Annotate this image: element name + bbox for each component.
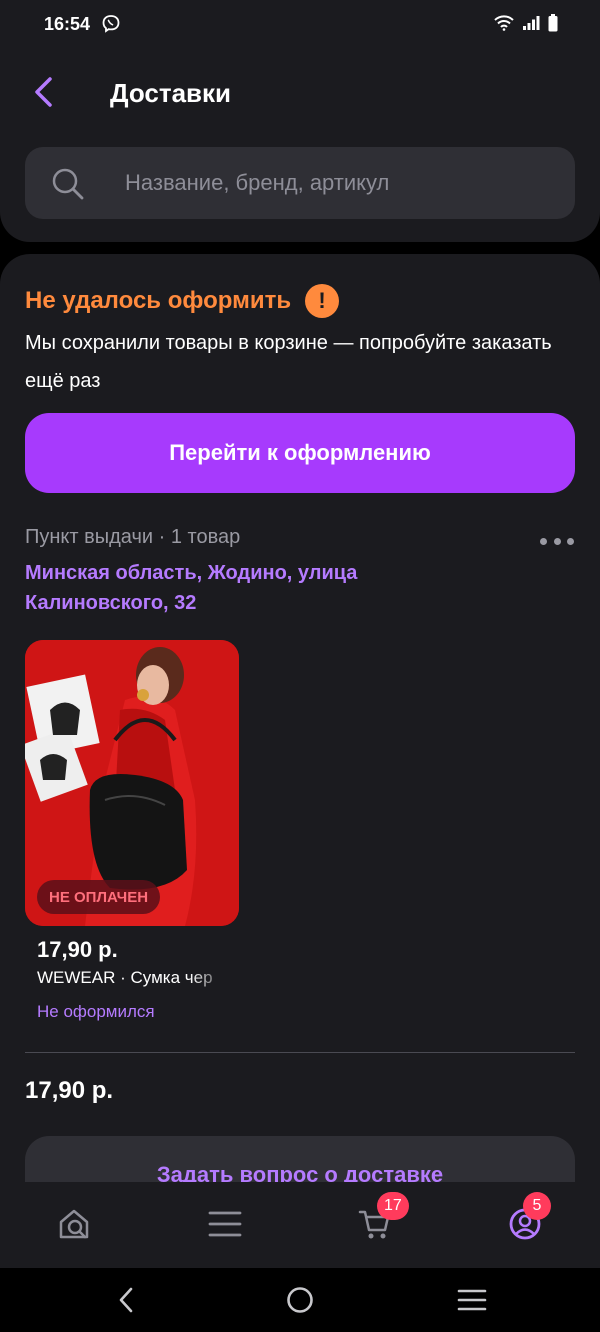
bottom-nav: 17 5 (0, 1182, 600, 1268)
wifi-icon (494, 15, 514, 31)
pickup-meta: Пункт выдачи · 1 товар (25, 526, 241, 548)
product-status: Не оформился (37, 1002, 155, 1021)
divider (25, 1052, 575, 1053)
battery-icon (548, 14, 558, 32)
system-home-button[interactable] (284, 1284, 316, 1316)
viber-icon (102, 15, 120, 33)
back-arrow-icon (35, 77, 52, 107)
search-box[interactable]: Название, бренд, артикул (25, 147, 575, 219)
search-icon (52, 168, 84, 200)
catalog-icon (208, 1211, 242, 1237)
system-back-icon (119, 1287, 133, 1313)
status-bar: 16:54 (0, 0, 600, 50)
warning-icon: ! (305, 284, 340, 318)
search-input[interactable]: Название, бренд, артикул (125, 147, 565, 219)
status-icons (494, 14, 558, 32)
error-description: Мы сохранили товары в корзине — попробуй… (25, 332, 552, 392)
profile-badge: 5 (523, 1192, 551, 1220)
pickup-address[interactable]: Минская область, Жодино, улица Калиновск… (25, 558, 445, 618)
nav-cart[interactable]: 17 (355, 1192, 409, 1244)
system-nav-bar (0, 1268, 600, 1332)
product-name-fade (190, 966, 230, 992)
error-title-text: Не удалось оформить (25, 287, 292, 314)
home-icon (59, 1209, 89, 1239)
back-button[interactable] (28, 74, 58, 110)
delivery-card: Не удалось оформить ! Мы сохранили товар… (0, 254, 600, 1194)
nav-profile[interactable]: 5 (505, 1192, 551, 1244)
checkout-button[interactable]: Перейти к оформлению (25, 413, 575, 493)
nav-catalog[interactable] (205, 1204, 245, 1244)
system-menu-icon (457, 1289, 487, 1311)
status-badge: НЕ ОПЛАЧЕН (37, 880, 161, 914)
system-home-icon (287, 1287, 313, 1313)
page-title: Доставки (110, 78, 232, 108)
product-price: 17,90 р. (37, 937, 118, 962)
system-recents-button[interactable] (456, 1284, 488, 1316)
product-image[interactable]: НЕ ОПЛАЧЕН (25, 640, 239, 926)
error-title: Не удалось оформить ! (25, 284, 340, 318)
system-back-button[interactable] (110, 1284, 142, 1316)
total-price: 17,90 р. (25, 1077, 114, 1104)
header-panel: Доставки Название, бренд, артикул (0, 50, 600, 242)
more-icon[interactable] (540, 536, 574, 546)
signal-icon (523, 16, 540, 30)
nav-home[interactable] (55, 1204, 95, 1244)
cart-badge: 17 (377, 1192, 409, 1220)
status-time: 16:54 (44, 14, 91, 34)
